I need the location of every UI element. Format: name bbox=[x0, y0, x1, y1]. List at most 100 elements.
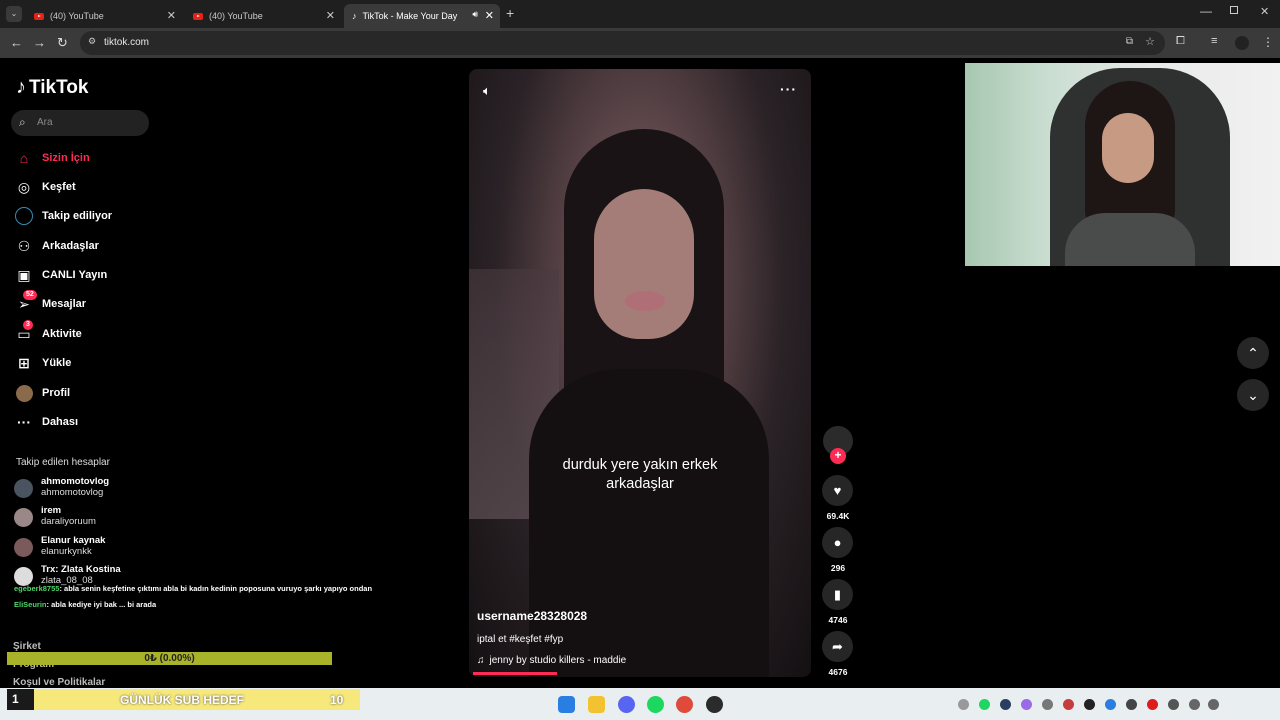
video-music[interactable]: ♫ jenny by studio killers - maddie bbox=[477, 655, 626, 666]
account-item[interactable]: Trx: Zlata Kostina zlata_08_08 bbox=[14, 564, 121, 586]
media-control-icon[interactable]: ≡ bbox=[1211, 35, 1217, 47]
reload-icon[interactable]: ↻ bbox=[57, 35, 68, 51]
tray-app-icon[interactable] bbox=[1084, 699, 1095, 710]
footer-link-terms[interactable]: Koşul ve Politikalar bbox=[13, 677, 105, 688]
account-item[interactable]: ahmomotovlog ahmomotovlog bbox=[14, 476, 109, 498]
tab-youtube-2[interactable]: (40) YouTube ✕ bbox=[185, 4, 341, 28]
close-window-button[interactable]: ✕ bbox=[1260, 5, 1269, 18]
audio-icon[interactable]: 🔊︎ bbox=[472, 9, 478, 20]
like-button[interactable]: ♥ 69.4K bbox=[822, 475, 854, 521]
heart-icon: ♥ bbox=[822, 475, 853, 506]
tab-tiktok[interactable]: ♪ TikTok - Make Your Day 🔊︎ ✕ bbox=[344, 4, 500, 28]
video-progress-bar[interactable] bbox=[473, 672, 557, 675]
goal-target: 10 bbox=[330, 692, 344, 707]
chrome-icon[interactable] bbox=[676, 696, 693, 713]
tab-label: (40) YouTube bbox=[50, 11, 104, 21]
video-username[interactable]: username28328028 bbox=[477, 609, 587, 623]
tray-app-icon[interactable] bbox=[1063, 699, 1074, 710]
nav-following[interactable]: Takip ediliyor bbox=[15, 207, 112, 225]
volume-icon[interactable]: 🔈︎ bbox=[483, 83, 491, 99]
tray-app-icon[interactable] bbox=[1126, 699, 1137, 710]
menu-icon[interactable]: ⋮ bbox=[1262, 35, 1274, 49]
home-icon: ⌂ bbox=[19, 150, 29, 166]
footer-link-company[interactable]: Şirket bbox=[13, 641, 41, 652]
tab-youtube-1[interactable]: (40) YouTube ✕ bbox=[26, 4, 182, 28]
search-placeholder: Ara bbox=[37, 117, 53, 128]
spotify-icon[interactable] bbox=[647, 696, 664, 713]
extensions-icon[interactable]: ⧠ bbox=[1176, 35, 1185, 48]
more-options-icon[interactable]: ··· bbox=[780, 81, 797, 97]
close-icon[interactable]: ✕ bbox=[326, 9, 335, 22]
sub-progress-bar: 0₺ (0.00%) bbox=[7, 652, 332, 665]
messages-badge: 52 bbox=[23, 290, 37, 300]
previous-video-button[interactable]: ⌃ bbox=[1237, 337, 1269, 369]
maximize-button[interactable] bbox=[1230, 6, 1238, 14]
forward-icon[interactable]: → bbox=[33, 35, 46, 50]
activity-badge: 3 bbox=[23, 320, 33, 330]
nav-upload[interactable]: ⊞ Yükle bbox=[15, 354, 71, 372]
nav-label: Sizin İçin bbox=[42, 152, 90, 164]
share-button[interactable]: ➦ 4676 bbox=[822, 631, 854, 677]
profile-icon bbox=[15, 384, 33, 402]
tray-app-icon[interactable] bbox=[1042, 699, 1053, 710]
tab-list-button[interactable]: ⌄ bbox=[6, 6, 22, 22]
video-player[interactable]: 🔈︎ ··· durduk yere yakın erkek arkadaşla… bbox=[469, 69, 811, 677]
tray-app-icon[interactable] bbox=[1105, 699, 1116, 710]
nav-for-you[interactable]: ⌂ Sizin İçin bbox=[15, 149, 90, 167]
nav-label: Dahası bbox=[42, 416, 79, 428]
nav-messages[interactable]: ➢ 52 Mesajlar bbox=[15, 290, 86, 313]
tray-app-icon[interactable] bbox=[979, 699, 990, 710]
follow-plus-icon[interactable]: + bbox=[830, 448, 846, 464]
address-bar: ← → ↻ ⚙ tiktok.com ⧉ ☆ ⧠ ≡ ⋮ bbox=[0, 28, 1280, 58]
tray-chevron-icon[interactable] bbox=[958, 699, 969, 710]
tiktok-icon: ♪ bbox=[352, 11, 357, 21]
youtube-icon bbox=[34, 12, 44, 20]
nav-more[interactable]: ··· Dahası bbox=[15, 413, 78, 431]
site-info-icon[interactable]: ⚙ bbox=[88, 36, 96, 47]
discord-icon[interactable] bbox=[618, 696, 635, 713]
volume-tray-icon[interactable] bbox=[1208, 699, 1219, 710]
nav-explore[interactable]: ◎ Keşfet bbox=[15, 178, 76, 196]
nav-activity[interactable]: ▭ 3 Aktivite bbox=[15, 320, 82, 343]
tray-app-icon[interactable] bbox=[1000, 699, 1011, 710]
live-icon: ▣ bbox=[17, 266, 31, 283]
logo-text: TikTok bbox=[29, 76, 89, 98]
chat-message: egeberk8755: abla senin keşfetine çıktım… bbox=[14, 584, 372, 593]
video-caption-overlay: durduk yere yakın erkek arkadaşlar bbox=[562, 457, 718, 492]
obs-icon[interactable] bbox=[706, 696, 723, 713]
compass-icon: ◎ bbox=[17, 178, 31, 195]
microphone-icon[interactable] bbox=[1168, 699, 1179, 710]
tiktok-logo[interactable]: ♪ TikTok bbox=[16, 76, 88, 99]
next-video-button[interactable]: ⌄ bbox=[1237, 379, 1269, 411]
account-item[interactable]: irem daraliyoruum bbox=[14, 505, 96, 527]
nav-live[interactable]: ▣ CANLI Yayın bbox=[15, 266, 107, 284]
tray-app-icon[interactable] bbox=[1147, 699, 1158, 710]
account-item[interactable]: Elanur kaynak elanurkynkk bbox=[14, 535, 105, 557]
new-tab-button[interactable]: + bbox=[506, 5, 514, 21]
nav-profile[interactable]: Profil bbox=[15, 384, 70, 402]
webcam-person-top bbox=[1065, 213, 1195, 266]
start-icon[interactable] bbox=[558, 696, 575, 713]
search-input[interactable]: ⌕ Ara bbox=[11, 110, 149, 136]
file-explorer-icon[interactable] bbox=[588, 696, 605, 713]
back-icon[interactable]: ← bbox=[10, 35, 23, 50]
tray-app-icon[interactable] bbox=[1021, 699, 1032, 710]
tab-label: TikTok - Make Your Day bbox=[362, 11, 458, 21]
install-icon[interactable]: ⧉ bbox=[1126, 36, 1133, 47]
tab-label: (40) YouTube bbox=[209, 11, 263, 21]
profile-avatar[interactable] bbox=[1235, 36, 1249, 50]
account-handle: daraliyoruum bbox=[41, 516, 96, 527]
chat-user: EliSeurin bbox=[14, 600, 47, 609]
url-text: tiktok.com bbox=[104, 37, 150, 48]
comment-button[interactable]: ● 296 bbox=[822, 527, 854, 573]
url-field[interactable]: ⚙ tiktok.com ⧉ ☆ bbox=[80, 31, 1165, 55]
close-icon[interactable]: ✕ bbox=[167, 9, 176, 22]
nav-label: Takip ediliyor bbox=[42, 210, 113, 222]
bookmark-star-icon[interactable]: ☆ bbox=[1145, 35, 1155, 48]
daily-sub-goal-bar: 1 GÜNLÜK SUB HEDEF 10 bbox=[7, 689, 360, 710]
nav-friends[interactable]: ⚇ Arkadaşlar bbox=[15, 237, 99, 255]
minimize-button[interactable]: — bbox=[1200, 4, 1212, 18]
save-button[interactable]: ▮ 4746 bbox=[822, 579, 854, 625]
close-icon[interactable]: ✕ bbox=[485, 9, 494, 22]
network-icon[interactable] bbox=[1189, 699, 1200, 710]
